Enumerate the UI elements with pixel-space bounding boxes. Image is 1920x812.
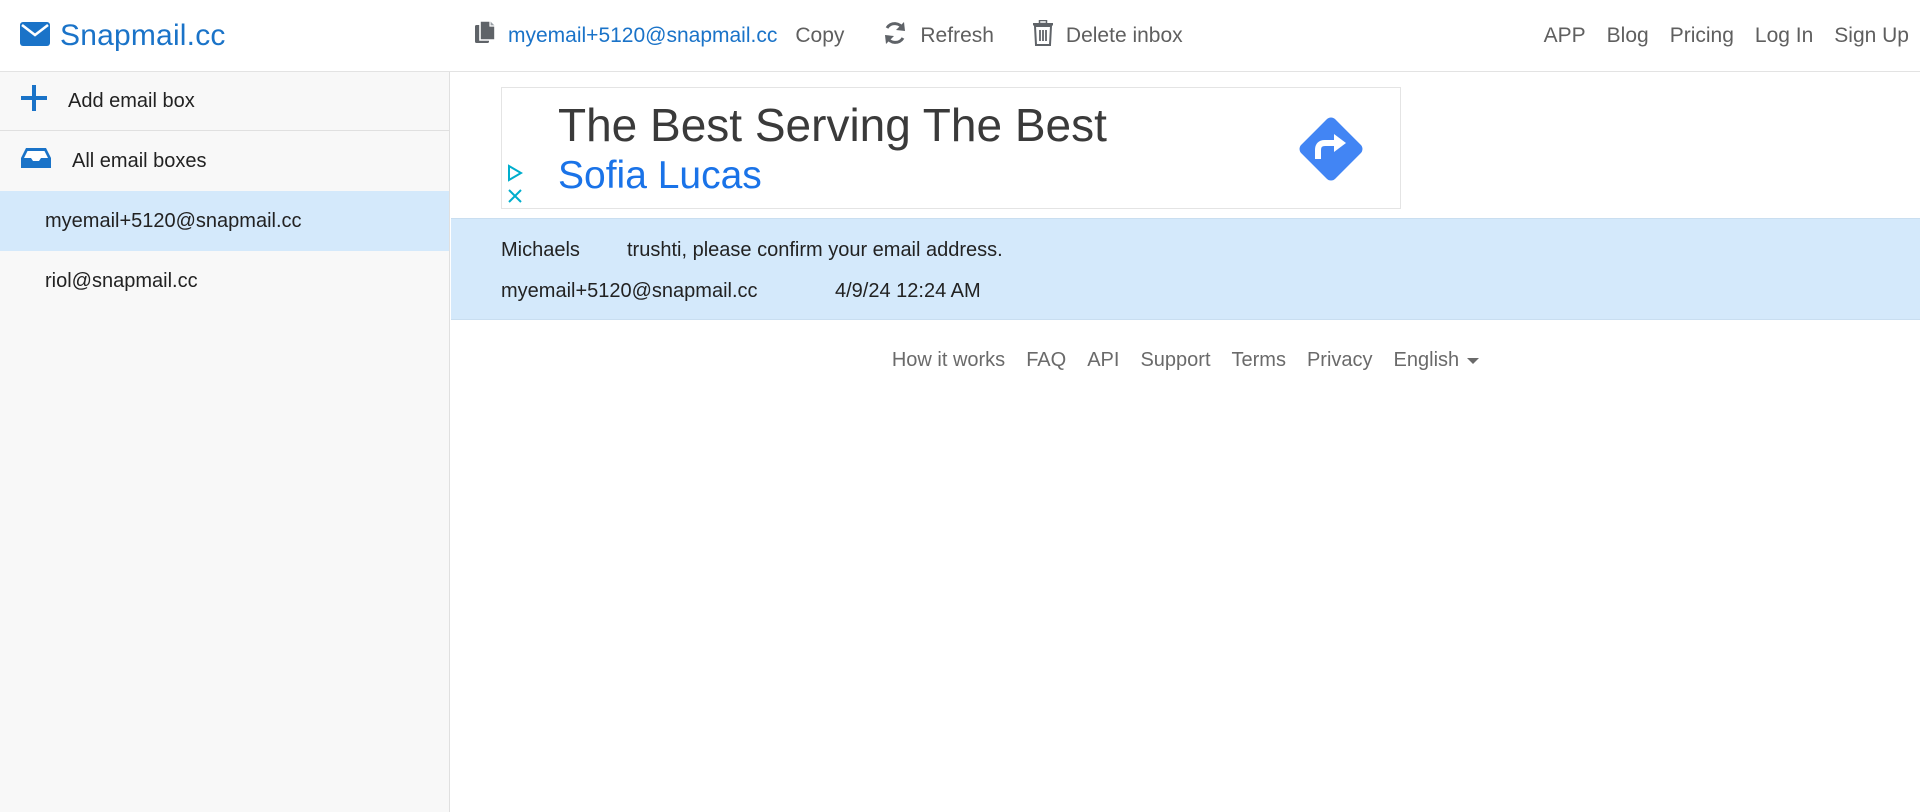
footer-privacy-link[interactable]: Privacy (1307, 349, 1373, 372)
trash-icon (1032, 19, 1054, 52)
footer-how-it-works-link[interactable]: How it works (892, 349, 1005, 372)
copy-label: Copy (795, 24, 845, 47)
sidebar-email-box[interactable]: riol@snapmail.cc (0, 251, 449, 311)
ad-banner[interactable]: The Best Serving The Best Sofia Lucas (501, 87, 1401, 209)
sidebar-email-box-active[interactable]: myemail+5120@snapmail.cc (0, 191, 449, 251)
footer-support-link[interactable]: Support (1140, 349, 1210, 372)
top-header: Snapmail.cc myemail+5120@snapmail.cc Cop… (0, 0, 1920, 72)
delete-inbox-label: Delete inbox (1065, 24, 1183, 47)
sidebar: Add email box All email boxes myemail+51… (0, 72, 450, 812)
brand-logo-link[interactable]: Snapmail.cc (20, 14, 226, 58)
nav-app-link[interactable]: APP (1544, 24, 1586, 48)
nav-signup-link[interactable]: Sign Up (1834, 24, 1909, 48)
email-sender: Michaels (501, 239, 580, 261)
brand-name: Snapmail.cc (60, 19, 226, 52)
refresh-button[interactable]: Refresh (882, 20, 994, 52)
refresh-icon (882, 20, 908, 52)
ad-close-icon[interactable] (507, 188, 523, 209)
footer-faq-link[interactable]: FAQ (1026, 349, 1066, 372)
nav-blog-link[interactable]: Blog (1607, 24, 1649, 48)
footer-terms-link[interactable]: Terms (1232, 349, 1286, 372)
footer-api-link[interactable]: API (1087, 349, 1119, 372)
email-box-label: myemail+5120@snapmail.cc (45, 209, 302, 232)
top-nav: APP Blog Pricing Log In Sign Up (1544, 18, 1909, 54)
all-email-boxes-label: All email boxes (72, 149, 207, 172)
all-email-boxes-item[interactable]: All email boxes (0, 131, 449, 191)
copy-email-button[interactable]: myemail+5120@snapmail.cc Copy (474, 20, 844, 52)
inbox-tray-icon (20, 146, 52, 176)
add-email-box-label: Add email box (68, 89, 195, 112)
add-email-box-button[interactable]: Add email box (0, 72, 449, 131)
current-email-address: myemail+5120@snapmail.cc (508, 24, 778, 47)
main-content: The Best Serving The Best Sofia Lucas Mi… (451, 72, 1920, 812)
language-label: English (1393, 348, 1460, 371)
copy-icon (474, 20, 496, 52)
email-box-label: riol@snapmail.cc (45, 269, 198, 292)
email-recipient: myemail+5120@snapmail.cc (501, 280, 758, 302)
caret-down-icon (1467, 358, 1480, 364)
language-dropdown[interactable]: English (1394, 349, 1480, 372)
adchoices-icon[interactable] (506, 164, 524, 187)
plus-icon (20, 84, 48, 118)
inbox-toolbar: myemail+5120@snapmail.cc Copy Refresh De… (474, 18, 1183, 54)
footer-links: How it works FAQ API Support Terms Priva… (451, 344, 1920, 376)
email-subject: trushti, please confirm your email addre… (627, 239, 1003, 261)
ad-headline: The Best Serving The Best (558, 99, 1107, 151)
email-date: 4/9/24 12:24 AM (835, 280, 981, 302)
ad-advertiser: Sofia Lucas (558, 154, 762, 197)
refresh-label: Refresh (920, 24, 994, 47)
directions-arrow-icon[interactable] (1296, 114, 1366, 189)
email-list-item[interactable]: Michaels trushti, please confirm your em… (451, 218, 1920, 320)
delete-inbox-button[interactable]: Delete inbox (1032, 19, 1183, 52)
envelope-icon (20, 21, 50, 51)
nav-login-link[interactable]: Log In (1755, 24, 1813, 48)
nav-pricing-link[interactable]: Pricing (1670, 24, 1734, 48)
